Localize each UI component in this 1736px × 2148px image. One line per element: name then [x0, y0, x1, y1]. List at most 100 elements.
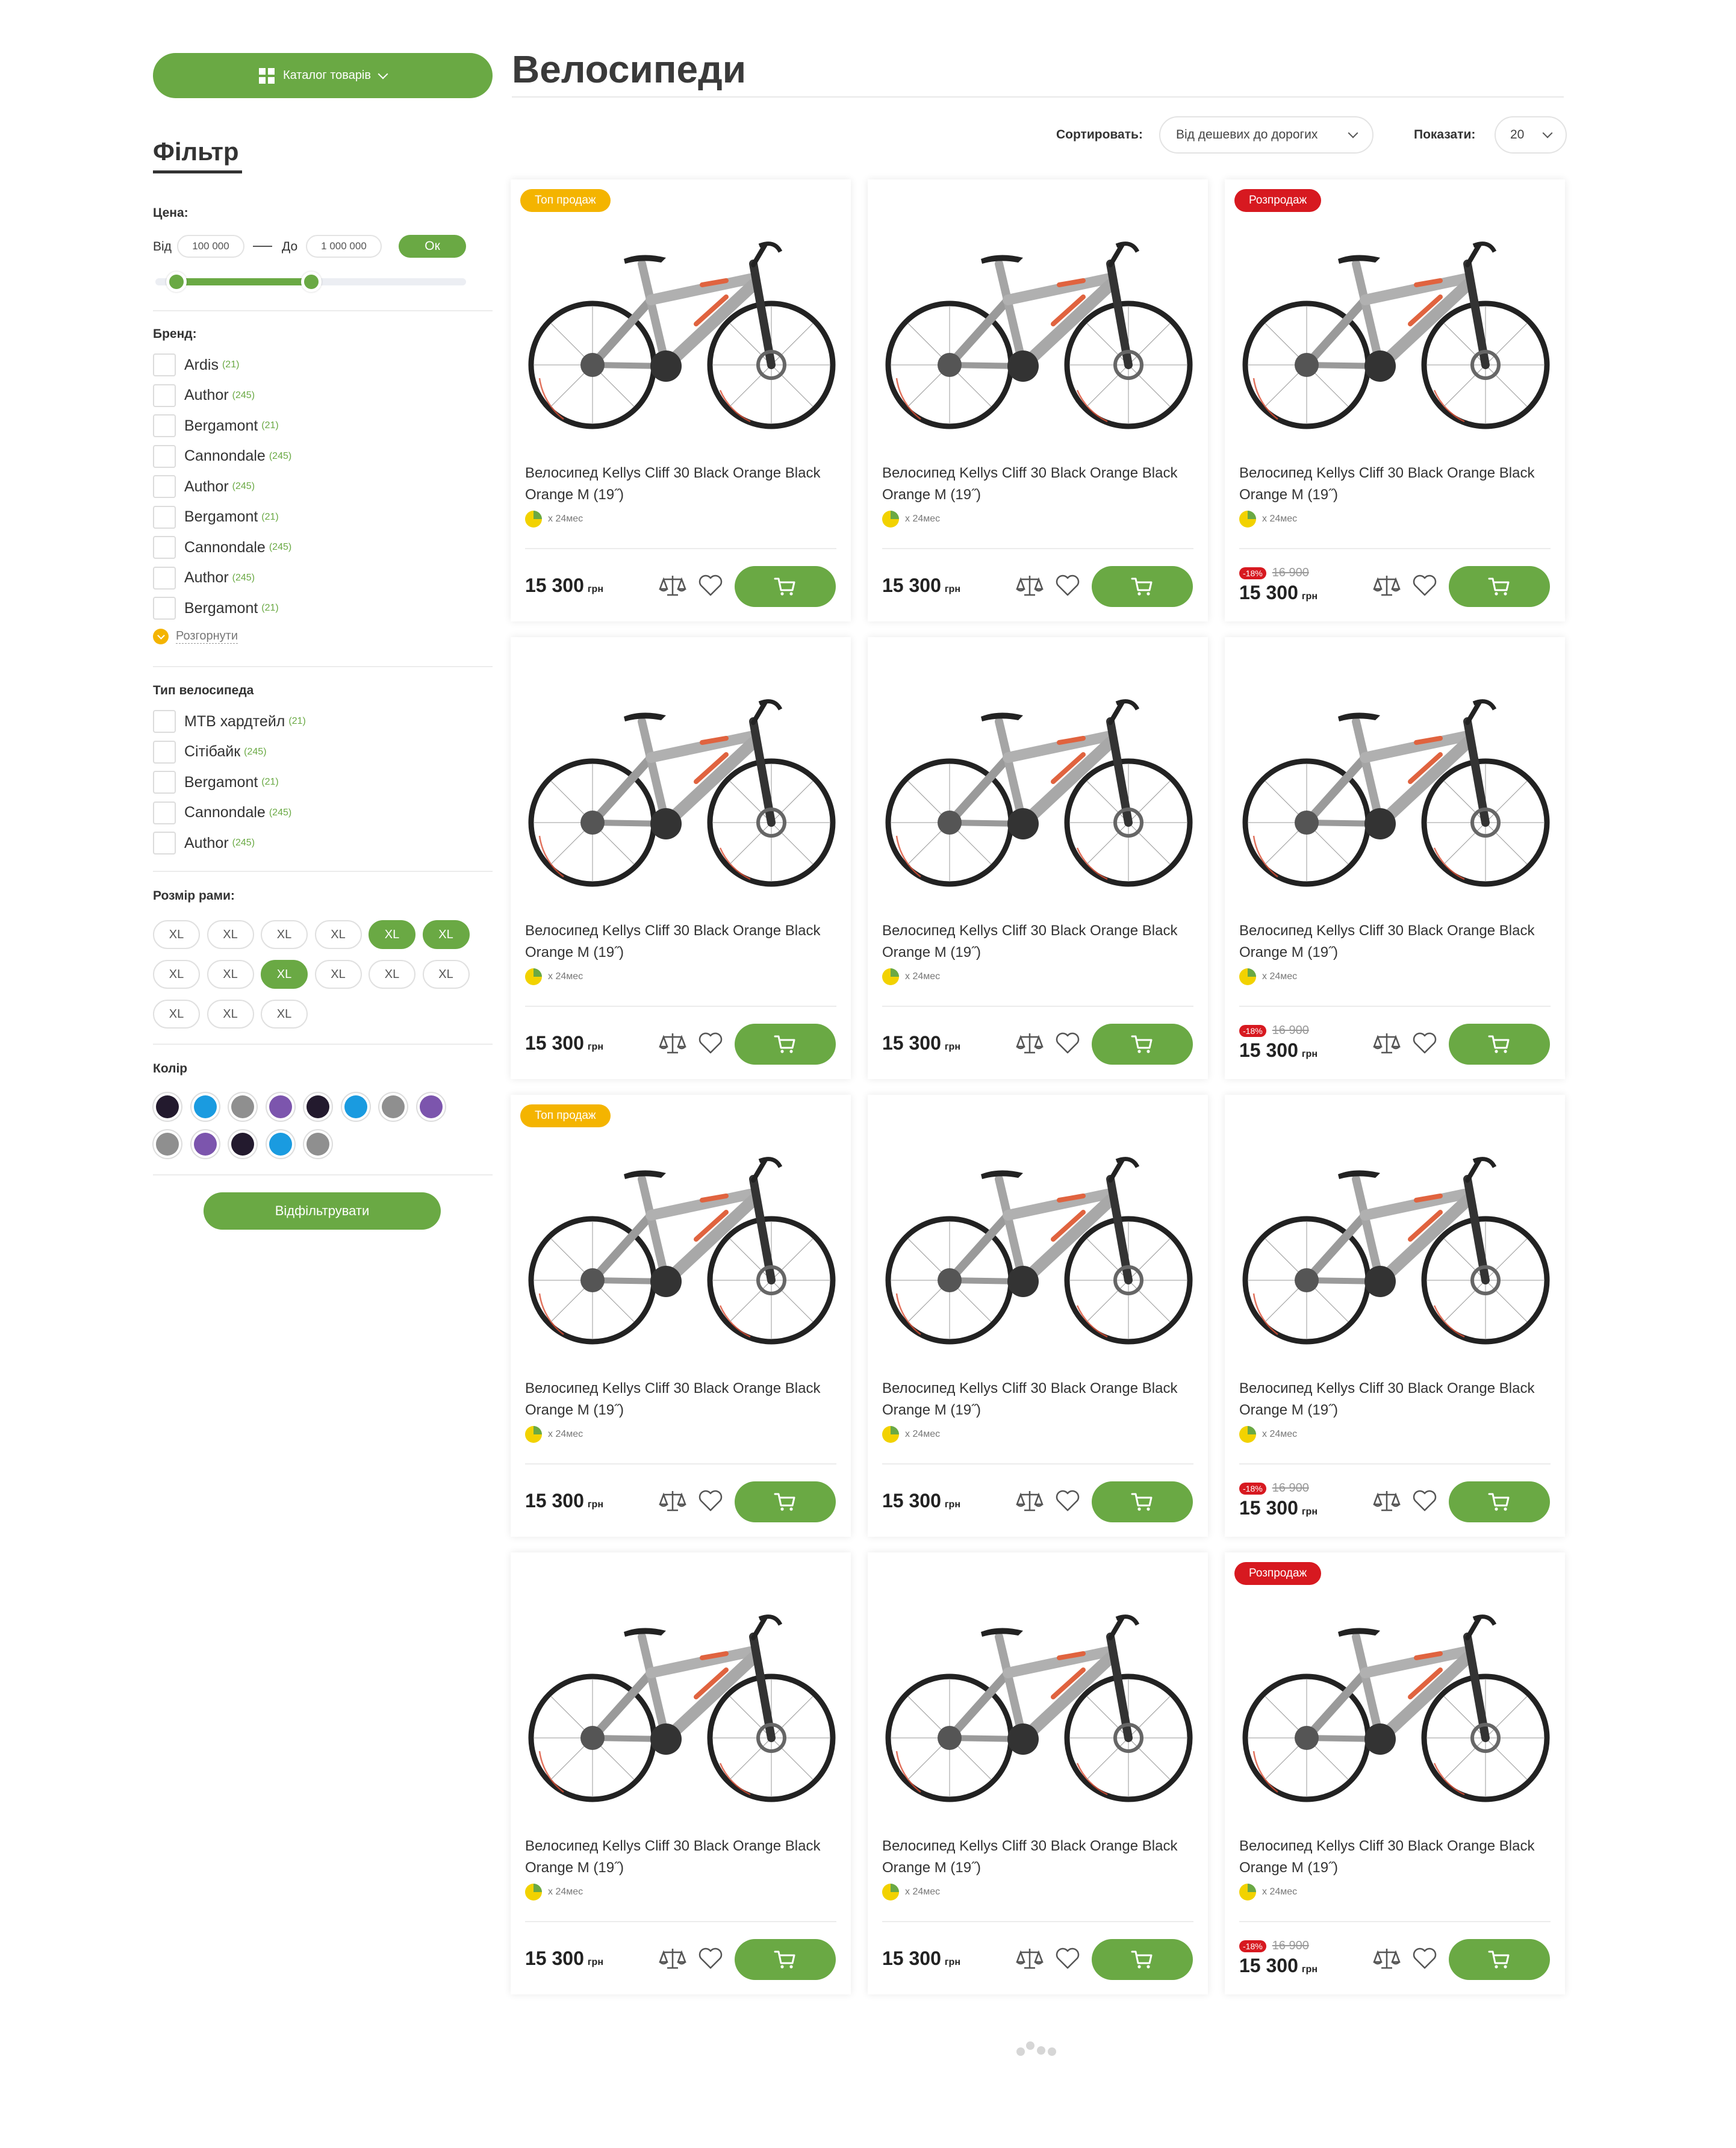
- frame-size-option[interactable]: XL: [369, 920, 415, 949]
- product-name[interactable]: Велосипед Kellys Cliff 30 Black Orange B…: [882, 920, 1195, 963]
- bike-type-option[interactable]: Сітібайк (245): [153, 740, 267, 764]
- catalog-button[interactable]: Каталог товарів: [153, 53, 493, 98]
- price-range-max-handle[interactable]: [301, 272, 322, 292]
- add-to-cart-button[interactable]: [1092, 1024, 1193, 1065]
- add-to-cart-button[interactable]: [1449, 566, 1550, 607]
- add-to-cart-button[interactable]: [1092, 566, 1193, 607]
- product-name[interactable]: Велосипед Kellys Cliff 30 Black Orange B…: [1239, 462, 1552, 506]
- product-card[interactable]: Велосипед Kellys Cliff 30 Black Orange B…: [868, 1552, 1208, 1994]
- checkbox[interactable]: [153, 597, 176, 620]
- checkbox[interactable]: [153, 832, 176, 855]
- frame-size-option[interactable]: XL: [153, 920, 200, 949]
- product-name[interactable]: Велосипед Kellys Cliff 30 Black Orange B…: [882, 1835, 1195, 1879]
- frame-size-option[interactable]: XL: [207, 1000, 254, 1029]
- color-swatch[interactable]: [269, 1133, 292, 1156]
- product-card[interactable]: Велосипед Kellys Cliff 30 Black Orange B…: [511, 1552, 851, 1994]
- product-name[interactable]: Велосипед Kellys Cliff 30 Black Orange B…: [1239, 1835, 1552, 1879]
- color-swatch[interactable]: [306, 1095, 329, 1118]
- frame-size-option[interactable]: XL: [314, 920, 362, 949]
- price-from-input[interactable]: 100 000: [177, 235, 244, 258]
- wishlist-button[interactable]: [1054, 1945, 1081, 1972]
- product-name[interactable]: Велосипед Kellys Cliff 30 Black Orange B…: [1239, 920, 1552, 963]
- price-to-input[interactable]: 1 000 000: [306, 235, 382, 258]
- compare-button[interactable]: [659, 1487, 686, 1515]
- product-name[interactable]: Велосипед Kellys Cliff 30 Black Orange B…: [525, 1835, 838, 1879]
- color-swatch[interactable]: [156, 1095, 179, 1118]
- brand-option[interactable]: Author (245): [153, 475, 255, 499]
- frame-size-option[interactable]: XL: [314, 960, 362, 989]
- frame-size-option[interactable]: XL: [261, 920, 308, 949]
- color-swatch[interactable]: [344, 1095, 367, 1118]
- compare-button[interactable]: [1373, 1945, 1401, 1973]
- frame-size-option[interactable]: XL: [261, 960, 308, 989]
- product-name[interactable]: Велосипед Kellys Cliff 30 Black Orange B…: [525, 920, 838, 963]
- product-name[interactable]: Велосипед Kellys Cliff 30 Black Orange B…: [1239, 1378, 1552, 1421]
- product-card[interactable]: Велосипед Kellys Cliff 30 Black Orange B…: [868, 179, 1208, 621]
- checkbox[interactable]: [153, 801, 176, 824]
- add-to-cart-button[interactable]: [735, 566, 836, 607]
- add-to-cart-button[interactable]: [1449, 1481, 1550, 1522]
- product-name[interactable]: Велосипед Kellys Cliff 30 Black Orange B…: [525, 462, 838, 506]
- brand-option[interactable]: Cannondale (245): [153, 444, 291, 469]
- wishlist-button[interactable]: [1411, 1030, 1438, 1056]
- wishlist-button[interactable]: [697, 572, 724, 599]
- wishlist-button[interactable]: [697, 1030, 724, 1056]
- checkbox[interactable]: [153, 353, 176, 376]
- frame-size-option[interactable]: XL: [422, 920, 470, 949]
- frame-size-option[interactable]: XL: [369, 960, 415, 989]
- add-to-cart-button[interactable]: [735, 1481, 836, 1522]
- bike-type-option[interactable]: Author (245): [153, 831, 255, 855]
- add-to-cart-button[interactable]: [1449, 1024, 1550, 1065]
- color-swatch[interactable]: [193, 1133, 217, 1156]
- frame-size-option[interactable]: XL: [261, 1000, 308, 1029]
- color-swatch[interactable]: [231, 1133, 254, 1156]
- compare-button[interactable]: [1016, 1030, 1044, 1057]
- frame-size-option[interactable]: XL: [153, 960, 200, 989]
- compare-button[interactable]: [1016, 1945, 1044, 1973]
- checkbox[interactable]: [153, 710, 176, 733]
- product-name[interactable]: Велосипед Kellys Cliff 30 Black Orange B…: [525, 1378, 838, 1421]
- product-card[interactable]: Велосипед Kellys Cliff 30 Black Orange B…: [1225, 1095, 1565, 1537]
- brand-option[interactable]: Ardis (21): [153, 353, 239, 377]
- bike-type-option[interactable]: МТВ хардтейл (21): [153, 709, 306, 733]
- compare-button[interactable]: [659, 1945, 686, 1973]
- frame-size-option[interactable]: XL: [153, 1000, 200, 1029]
- add-to-cart-button[interactable]: [1092, 1481, 1193, 1522]
- sort-select[interactable]: Від дешевих до дорогих: [1159, 116, 1374, 154]
- color-swatch[interactable]: [419, 1095, 443, 1118]
- checkbox[interactable]: [153, 444, 176, 468]
- wishlist-button[interactable]: [1411, 572, 1438, 599]
- brand-option[interactable]: Author (245): [153, 566, 255, 590]
- compare-button[interactable]: [1373, 1487, 1401, 1515]
- add-to-cart-button[interactable]: [1092, 1939, 1193, 1980]
- frame-size-option[interactable]: XL: [422, 960, 470, 989]
- color-swatch[interactable]: [193, 1095, 217, 1118]
- compare-button[interactable]: [1016, 1487, 1044, 1515]
- checkbox[interactable]: [153, 475, 176, 498]
- add-to-cart-button[interactable]: [1449, 1939, 1550, 1980]
- brand-option[interactable]: Cannondale (245): [153, 535, 291, 559]
- brand-option[interactable]: Bergamont (21): [153, 505, 279, 529]
- checkbox[interactable]: [153, 771, 176, 794]
- compare-button[interactable]: [1373, 572, 1401, 600]
- wishlist-button[interactable]: [1054, 572, 1081, 599]
- checkbox[interactable]: [153, 566, 176, 590]
- checkbox[interactable]: [153, 414, 176, 437]
- add-to-cart-button[interactable]: [735, 1939, 836, 1980]
- wishlist-button[interactable]: [1411, 1945, 1438, 1972]
- wishlist-button[interactable]: [697, 1487, 724, 1514]
- bike-type-option[interactable]: Cannondale (245): [153, 801, 291, 825]
- brand-option[interactable]: Bergamont (21): [153, 596, 279, 620]
- brand-option[interactable]: Author (245): [153, 384, 255, 408]
- wishlist-button[interactable]: [1411, 1487, 1438, 1514]
- product-card[interactable]: Розпродаж Велосипед Kellys Cliff 30 Blac…: [1225, 1552, 1565, 1994]
- apply-filter-button[interactable]: Відфільтрувати: [204, 1192, 441, 1230]
- price-range-min-handle[interactable]: [166, 272, 187, 292]
- product-card[interactable]: Топ продаж Велосипед Kellys Cliff 30 Bla…: [511, 179, 851, 621]
- wishlist-button[interactable]: [1054, 1487, 1081, 1514]
- show-count-select[interactable]: 20: [1495, 116, 1567, 154]
- wishlist-button[interactable]: [697, 1945, 724, 1972]
- frame-size-option[interactable]: XL: [207, 920, 254, 949]
- price-ok-button[interactable]: Ок: [399, 235, 466, 258]
- checkbox[interactable]: [153, 536, 176, 559]
